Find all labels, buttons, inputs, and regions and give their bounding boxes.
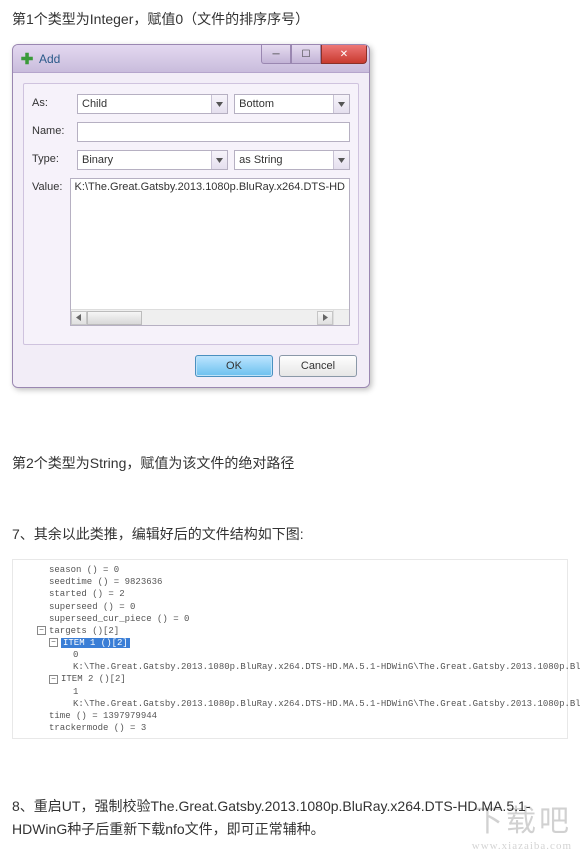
name-input[interactable] (77, 122, 350, 142)
position-combo-value: Bottom (239, 98, 274, 110)
paragraph-3: 7、其余以此类推，编辑好后的文件结构如下图: (12, 523, 568, 545)
as-label: As: (32, 94, 77, 109)
type-label: Type: (32, 150, 77, 165)
chevron-down-icon (333, 151, 349, 169)
selected-item: ITEM 1 ()[2] (61, 638, 130, 648)
type-sub-value: as String (239, 154, 282, 166)
value-text: K:\The.Great.Gatsby.2013.1080p.BluRay.x2… (71, 179, 349, 195)
scroll-thumb[interactable] (87, 311, 142, 325)
as-combo[interactable]: Child (77, 94, 228, 114)
plus-icon: ✚ (19, 51, 35, 67)
form-group: As: Child Bottom Name: (23, 83, 359, 345)
value-label: Value: (32, 178, 70, 193)
size-grip (333, 309, 349, 325)
horizontal-scrollbar[interactable] (71, 309, 333, 325)
position-combo[interactable]: Bottom (234, 94, 350, 114)
close-button[interactable]: ✕ (321, 45, 367, 64)
scroll-right-button[interactable] (317, 311, 333, 325)
add-dialog: ✚ Add ─ ☐ ✕ As: Child Bottom (12, 44, 370, 388)
cancel-button[interactable]: Cancel (279, 355, 357, 377)
paragraph-2: 第2个类型为String，赋值为该文件的绝对路径 (12, 452, 568, 474)
type-combo[interactable]: Binary (77, 150, 228, 170)
type-sub-combo[interactable]: as String (234, 150, 350, 170)
titlebar[interactable]: ✚ Add ─ ☐ ✕ (13, 45, 369, 73)
ok-button[interactable]: OK (195, 355, 273, 377)
minimize-button[interactable]: ─ (261, 45, 291, 64)
collapse-icon: − (37, 626, 46, 635)
collapse-icon: − (49, 638, 58, 647)
scroll-left-button[interactable] (71, 311, 87, 325)
type-combo-value: Binary (82, 154, 113, 166)
collapse-icon: − (49, 675, 58, 684)
value-textarea[interactable]: K:\The.Great.Gatsby.2013.1080p.BluRay.x2… (70, 178, 350, 326)
window-title: Add (39, 52, 60, 66)
chevron-down-icon (211, 151, 227, 169)
as-combo-value: Child (82, 98, 107, 110)
tree-structure: season () = 0 seedtime () = 9823636 star… (12, 559, 568, 739)
chevron-down-icon (211, 95, 227, 113)
chevron-down-icon (333, 95, 349, 113)
paragraph-1: 第1个类型为Integer，赋值0（文件的排序序号） (12, 8, 568, 30)
maximize-button[interactable]: ☐ (291, 45, 321, 64)
name-label: Name: (32, 122, 77, 137)
paragraph-4: 8、重启UT，强制校验The.Great.Gatsby.2013.1080p.B… (12, 795, 568, 840)
